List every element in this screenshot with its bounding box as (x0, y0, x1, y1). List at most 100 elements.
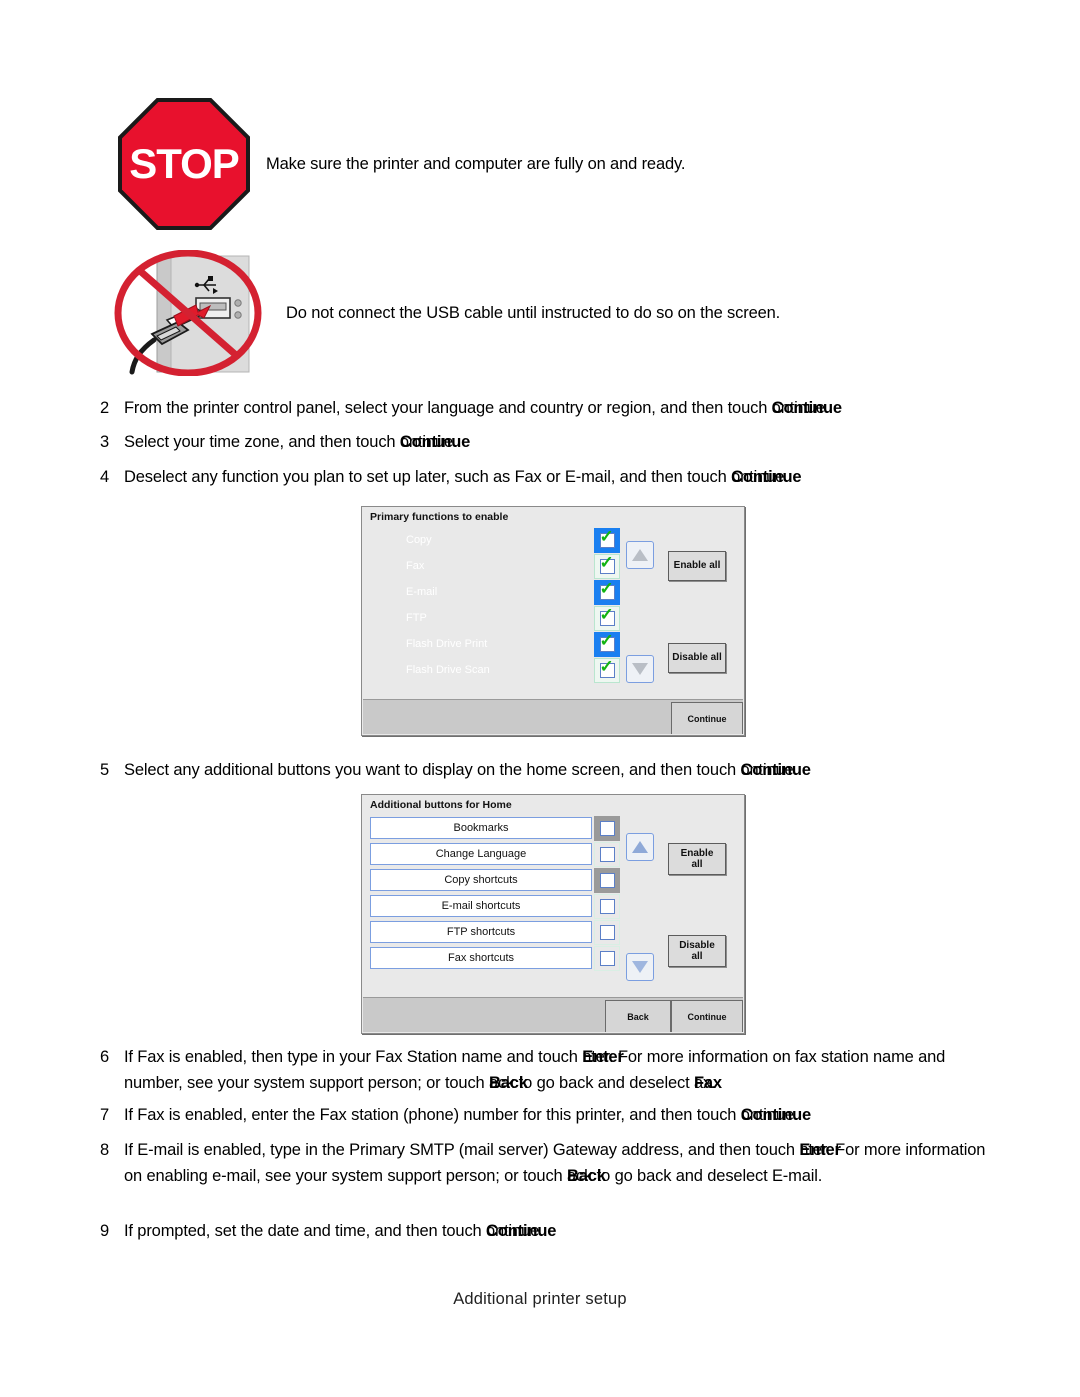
step-text-post-3: ax. (693, 1073, 716, 1092)
step-text: If prompted, set the date and time, and … (124, 1222, 557, 1240)
step-2: 2 From the printer control panel, select… (100, 396, 980, 422)
enable-all-line2: all (691, 859, 703, 870)
continue-button[interactable]: Continue (671, 702, 743, 734)
checkbox-cell[interactable]: ✓ (594, 656, 620, 683)
check-icon: ✓ (599, 552, 614, 572)
list-item-label[interactable]: Fax shortcuts (370, 947, 592, 969)
page-footer: Additional printer setup (453, 1290, 627, 1308)
step-text: From the printer control panel, select y… (124, 399, 842, 417)
additional-buttons-panel: Additional buttons for Home Bookmarks Ch… (361, 794, 745, 1034)
step-text-post: ontinue. (740, 1106, 799, 1124)
step-text-pre: If Fax is enabled, then type in your Fax… (124, 1048, 583, 1066)
back-button[interactable]: Back (605, 1000, 671, 1032)
step-text-pre: If prompted, set the date and time, and … (124, 1222, 487, 1240)
step-text: Deselect any function you plan to set up… (124, 468, 802, 486)
list-item-label[interactable]: E-mail shortcuts (370, 895, 592, 917)
step-text-post-2: ack to go back and deselect (489, 1073, 694, 1092)
step-6: 6 If Fax is enabled, then type in your F… (100, 1045, 995, 1096)
no-usb-notice: Do not connect the USB cable until instr… (112, 249, 781, 377)
panel-title: Additional buttons for Home (370, 799, 512, 811)
step-3: 3 Select your time zone, and then touch … (100, 430, 980, 456)
checkbox-cell[interactable]: ✓ (594, 630, 620, 657)
step-5: 5 Select any additional buttons you want… (100, 758, 980, 784)
step-text-post-2: ack to go back and deselect E-mail. (567, 1166, 823, 1185)
checkbox-cell[interactable] (594, 893, 620, 919)
step-8: 8 If E-mail is enabled, type in the Prim… (100, 1138, 995, 1189)
checkbox-cell[interactable]: ✓ (594, 578, 620, 605)
stop-sign-icon: STOP (118, 98, 250, 230)
step-text-post: ontinue. (740, 761, 799, 779)
checkbox-cell[interactable] (594, 841, 620, 867)
stop-sign-label: STOP (129, 140, 240, 187)
list-item-label[interactable]: FTP shortcuts (370, 921, 592, 943)
step-4: 4 Deselect any function you plan to set … (100, 465, 980, 491)
checkbox-cell[interactable] (594, 867, 620, 893)
step-text-pre: Select your time zone, and then touch (124, 433, 400, 451)
list-item[interactable]: Bookmarks (362, 815, 744, 841)
disable-all-line2: all (691, 951, 703, 962)
list-item-label: Copy (406, 534, 432, 546)
panel-bottom-bar: Continue (363, 699, 743, 734)
checkbox-cell[interactable] (594, 919, 620, 945)
checkbox-cell[interactable] (594, 945, 620, 971)
step-number: 4 (100, 468, 110, 486)
disable-all-line1: Disable (679, 939, 715, 951)
step-number: 3 (100, 433, 110, 451)
step-number: 2 (100, 399, 110, 417)
step-number: 5 (100, 761, 110, 779)
check-icon: ✓ (599, 656, 614, 676)
step-text-post: ontinue. (731, 468, 789, 486)
stop-notice-text: Make sure the printer and computer are f… (266, 154, 686, 173)
step-text: Select your time zone, and then touch Co… (124, 433, 471, 451)
step-number: 7 (100, 1106, 110, 1124)
step-text: Select any additional buttons you want t… (124, 761, 811, 779)
step-text-pre: Select any additional buttons you want t… (124, 761, 741, 779)
primary-functions-panel: Primary functions to enable Copy ✓ Fax ✓… (361, 506, 745, 736)
step-7: 7 If Fax is enabled, enter the Fax stati… (100, 1103, 995, 1129)
list-item-label: E-mail (406, 586, 438, 598)
step-number: 8 (100, 1141, 110, 1159)
checkbox-cell[interactable]: ✓ (594, 552, 620, 579)
checkbox-cell[interactable]: ✓ (594, 526, 620, 553)
no-usb-notice-text: Do not connect the USB cable until instr… (286, 303, 781, 322)
list-item[interactable]: Copy ✓ (362, 527, 744, 553)
list-item-label[interactable]: Copy shortcuts (370, 869, 592, 891)
disable-all-button[interactable]: Disable all (668, 935, 726, 967)
list-item-label: FTP (406, 612, 427, 624)
list-item-label: Flash Drive Scan (406, 664, 490, 676)
step-text-pre: From the printer control panel, select y… (124, 399, 772, 417)
continue-button[interactable]: Continue (671, 1000, 743, 1032)
list-item-label[interactable]: Change Language (370, 843, 592, 865)
enable-all-button[interactable]: Enable all (668, 843, 726, 875)
step-text: If Fax is enabled, enter the Fax station… (124, 1106, 812, 1124)
scroll-down-arrow-icon[interactable] (626, 953, 654, 981)
step-9: 9 If prompted, set the date and time, an… (100, 1219, 995, 1245)
step-text-pre: Deselect any function you plan to set up… (124, 468, 732, 486)
scroll-down-arrow-icon[interactable] (626, 655, 654, 683)
panel-title: Primary functions to enable (370, 511, 509, 523)
list-item[interactable]: E-mail shortcuts (362, 893, 744, 919)
checkbox-cell[interactable] (594, 815, 620, 841)
stop-notice: STOP Make sure the printer and computer … (118, 98, 685, 230)
list-item[interactable]: E-mail ✓ (362, 579, 744, 605)
step-text: If E-mail is enabled, type in the Primar… (124, 1141, 986, 1185)
step-text-post: ontinue. (486, 1222, 544, 1240)
step-text-post: ontinue. (399, 433, 458, 451)
list-item-label[interactable]: Bookmarks (370, 817, 592, 839)
step-number: 9 (100, 1222, 110, 1240)
checkbox-cell[interactable]: ✓ (594, 605, 620, 631)
check-icon: ✓ (599, 630, 614, 650)
list-item[interactable]: FTP ✓ (362, 605, 744, 631)
enable-all-line1: Enable (680, 847, 714, 859)
check-icon: ✓ (599, 526, 614, 546)
no-usb-connection-icon (112, 249, 264, 377)
enable-all-button[interactable]: Enable all (668, 551, 726, 581)
step-number: 6 (100, 1048, 110, 1066)
disable-all-button[interactable]: Disable all (668, 643, 726, 673)
step-text-pre: If Fax is enabled, enter the Fax station… (124, 1106, 741, 1124)
scroll-up-arrow-icon[interactable] (626, 833, 654, 861)
scroll-up-arrow-icon[interactable] (626, 541, 654, 569)
list-item-label: Flash Drive Print (406, 638, 488, 650)
panel-bottom-bar: Back Continue (363, 997, 743, 1032)
check-icon: ✓ (599, 578, 614, 598)
